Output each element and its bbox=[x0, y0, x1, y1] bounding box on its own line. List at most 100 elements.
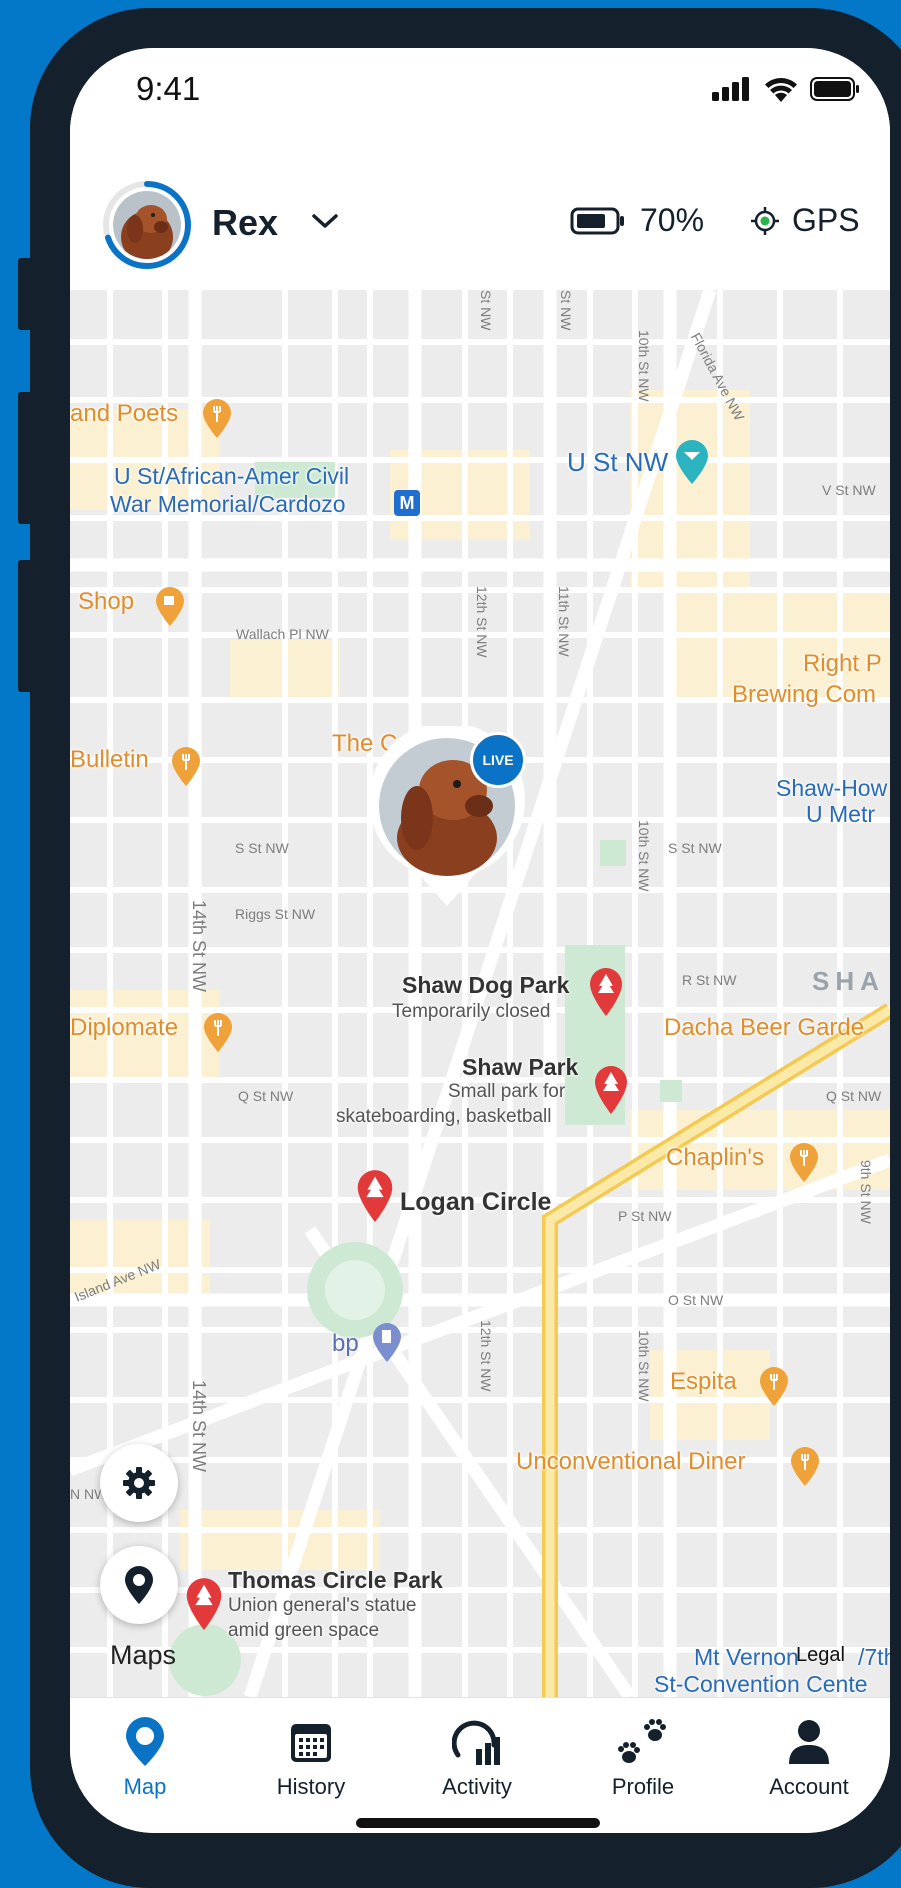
legal-link[interactable]: Legal bbox=[796, 1644, 845, 1667]
dog-photo bbox=[113, 191, 181, 259]
transit-label[interactable]: Mt Vernon bbox=[694, 1643, 799, 1671]
street-label: St NW bbox=[478, 290, 494, 331]
transit-label[interactable]: U Metr bbox=[806, 800, 875, 828]
status-icons bbox=[712, 76, 860, 102]
street-label: 10th St NW bbox=[636, 820, 652, 892]
gas-station-pin-icon[interactable] bbox=[372, 1322, 402, 1362]
street-label: 14th St NW bbox=[189, 900, 209, 993]
street-label: O St NW bbox=[668, 1292, 724, 1308]
gear-icon bbox=[123, 1467, 155, 1499]
restaurant-pin-icon[interactable] bbox=[202, 398, 232, 438]
street-label: V St NW bbox=[822, 482, 876, 498]
tab-account[interactable]: Account bbox=[734, 1716, 884, 1800]
place-title[interactable]: Logan Circle bbox=[400, 1188, 551, 1217]
restaurant-pin-icon[interactable] bbox=[203, 1012, 233, 1052]
place-subtitle: Small park for bbox=[448, 1081, 566, 1102]
transit-label[interactable]: St-Convention Cente bbox=[654, 1670, 868, 1697]
poi-label[interactable]: Brewing Com bbox=[732, 681, 876, 709]
tab-label: Profile bbox=[611, 1774, 675, 1799]
poi-label[interactable]: Chaplin's bbox=[666, 1144, 764, 1172]
place-title[interactable]: Shaw Park bbox=[462, 1054, 578, 1081]
poi-label[interactable]: Shop bbox=[78, 588, 134, 616]
street-label: 10th St NW bbox=[636, 1330, 652, 1402]
volume-up-button bbox=[18, 392, 34, 524]
street-label: 14th St NW bbox=[189, 1380, 209, 1473]
phone-screen: 9:41 Rex 70% GPS and Poets Shop Bulletin… bbox=[70, 48, 890, 1833]
tab-history[interactable]: History bbox=[236, 1716, 386, 1800]
street-label: Q St NW bbox=[826, 1088, 882, 1104]
map-pin-icon bbox=[126, 1717, 164, 1766]
place-subtitle: amid green space bbox=[228, 1620, 380, 1641]
transit-label[interactable]: War Memorial/Cardozo bbox=[110, 490, 346, 518]
tab-label: Map bbox=[123, 1774, 167, 1799]
calendar-icon bbox=[291, 1724, 331, 1762]
poi-label[interactable]: Bulletin bbox=[70, 746, 149, 774]
tab-label: History bbox=[276, 1774, 346, 1799]
pet-avatar[interactable] bbox=[102, 180, 192, 270]
street-label: Riggs St NW bbox=[235, 906, 316, 922]
street-label: 11th St NW bbox=[556, 586, 572, 657]
status-time: 9:41 bbox=[136, 70, 201, 107]
transit-label[interactable]: U St NW bbox=[567, 448, 668, 476]
open-maps-button[interactable] bbox=[100, 1546, 178, 1624]
place-subtitle: Temporarily closed bbox=[392, 1001, 551, 1022]
restaurant-pin-icon[interactable] bbox=[171, 746, 201, 786]
restaurant-pin-icon[interactable] bbox=[790, 1446, 820, 1486]
battery-percentage: 70% bbox=[640, 202, 705, 238]
metro-icon[interactable]: M bbox=[394, 490, 420, 516]
street-label: R St NW bbox=[682, 972, 737, 988]
street-label: S St NW bbox=[668, 840, 722, 856]
live-badge: LIVE bbox=[470, 732, 526, 788]
map-settings-button[interactable] bbox=[100, 1444, 178, 1522]
pet-header: Rex 70% GPS bbox=[70, 130, 890, 290]
cafe-pin-icon[interactable] bbox=[155, 586, 185, 626]
poi-label[interactable]: Right P bbox=[803, 650, 882, 678]
tab-profile[interactable]: Profile bbox=[568, 1716, 718, 1800]
poi-label[interactable]: and Poets bbox=[70, 400, 178, 428]
poi-label[interactable]: Espita bbox=[670, 1368, 737, 1396]
transit-label[interactable]: U St/African-Amer Civil bbox=[114, 462, 349, 490]
poi-label[interactable]: Dacha Beer Garde bbox=[664, 1014, 864, 1042]
map-pin-icon bbox=[125, 1566, 153, 1604]
place-subtitle: skateboarding, basketball bbox=[336, 1106, 552, 1127]
cellular-signal-icon bbox=[712, 77, 749, 101]
street-label: Q St NW bbox=[238, 1088, 294, 1104]
street-label: 12th St NW bbox=[478, 1320, 494, 1392]
volume-down-button bbox=[18, 560, 34, 692]
activity-gauge-icon bbox=[452, 1720, 500, 1765]
poi-label[interactable]: bp bbox=[332, 1330, 359, 1358]
park-pin-icon[interactable] bbox=[588, 966, 624, 1016]
landmark-pin-icon[interactable] bbox=[674, 438, 710, 484]
gps-status[interactable]: GPS bbox=[750, 202, 860, 239]
street-label: 10th St NW bbox=[636, 330, 652, 402]
restaurant-pin-icon[interactable] bbox=[789, 1142, 819, 1182]
park-pin-icon[interactable] bbox=[184, 1576, 224, 1630]
battery-icon bbox=[570, 207, 624, 234]
place-title[interactable]: Shaw Dog Park bbox=[402, 972, 569, 999]
maps-label[interactable]: Maps bbox=[110, 1640, 176, 1671]
tab-activity[interactable]: Activity bbox=[402, 1716, 552, 1800]
pet-name[interactable]: Rex bbox=[212, 202, 278, 244]
tab-map[interactable]: Map bbox=[70, 1716, 220, 1800]
tracker-battery: 70% bbox=[570, 202, 704, 239]
wifi-icon bbox=[765, 78, 797, 102]
park-pin-icon[interactable] bbox=[355, 1168, 395, 1222]
restaurant-pin-icon[interactable] bbox=[759, 1366, 789, 1406]
status-bar: 9:41 bbox=[70, 48, 890, 130]
transit-label[interactable]: Shaw-How bbox=[776, 774, 887, 802]
chevron-down-icon[interactable] bbox=[310, 210, 340, 232]
home-indicator[interactable] bbox=[356, 1818, 600, 1828]
crosshair-icon bbox=[751, 206, 779, 235]
map-view[interactable]: and Poets Shop Bulletin The C Diplomate … bbox=[70, 290, 890, 1697]
gps-label: GPS bbox=[792, 202, 860, 238]
battery-status-icon bbox=[810, 77, 859, 101]
neighborhood-label: SHA bbox=[812, 966, 885, 996]
tab-label: Activity bbox=[442, 1774, 512, 1799]
transit-label[interactable]: /7th bbox=[858, 1643, 890, 1671]
poi-label[interactable]: Unconventional Diner bbox=[516, 1448, 745, 1476]
place-title[interactable]: Thomas Circle Park bbox=[228, 1567, 443, 1594]
park-pin-icon[interactable] bbox=[593, 1064, 629, 1114]
street-label: S St NW bbox=[235, 840, 289, 856]
tab-label: Account bbox=[769, 1774, 849, 1799]
poi-label[interactable]: Diplomate bbox=[70, 1014, 178, 1042]
